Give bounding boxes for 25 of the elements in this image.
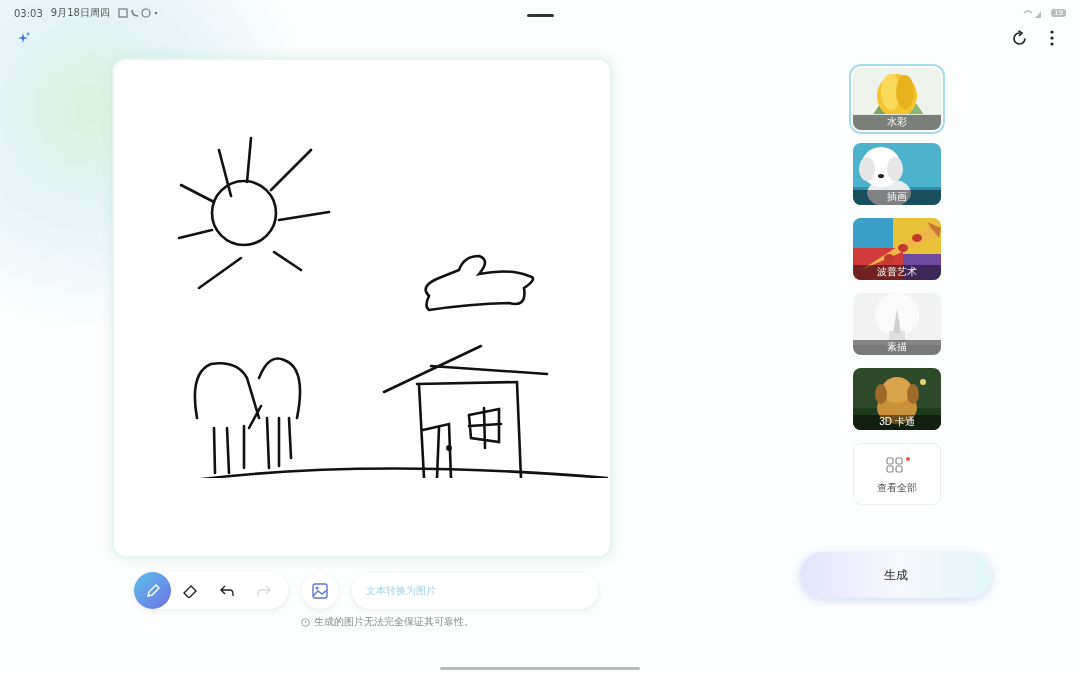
image-icon (312, 582, 328, 599)
style-label: 水彩 (853, 115, 941, 130)
refresh-icon[interactable] (1011, 29, 1028, 47)
generate-button[interactable]: 生成 (800, 552, 992, 598)
style-option[interactable]: 插画 (853, 143, 941, 205)
more-icon[interactable] (1050, 30, 1054, 46)
status-time: 03:03 (14, 7, 43, 19)
prompt-field[interactable]: 文本转换为图片 (352, 572, 598, 609)
style-label: 插画 (853, 190, 941, 205)
disclaimer-text: 生成的图片无法完全保证其可靠性。 (313, 615, 474, 629)
style-label: 波普艺术 (853, 265, 941, 280)
status-date: 9月18日周四 (50, 6, 110, 20)
image-button[interactable] (302, 572, 338, 609)
info-icon (300, 617, 310, 627)
handle-bar[interactable] (527, 14, 554, 17)
signal-icon (1023, 8, 1044, 18)
style-option[interactable]: 波普艺术 (853, 218, 941, 280)
style-label: 3D 卡通 (853, 415, 941, 430)
style-option[interactable]: 素描 (853, 293, 941, 355)
drawing-canvas[interactable] (112, 58, 612, 558)
style-option[interactable]: 3D 卡通 (853, 368, 941, 430)
pencil-tool[interactable] (134, 572, 171, 609)
view-all-button[interactable]: 查看全部 (853, 443, 941, 505)
style-label: 素描 (853, 340, 941, 355)
sparkle-icon[interactable] (18, 32, 30, 44)
